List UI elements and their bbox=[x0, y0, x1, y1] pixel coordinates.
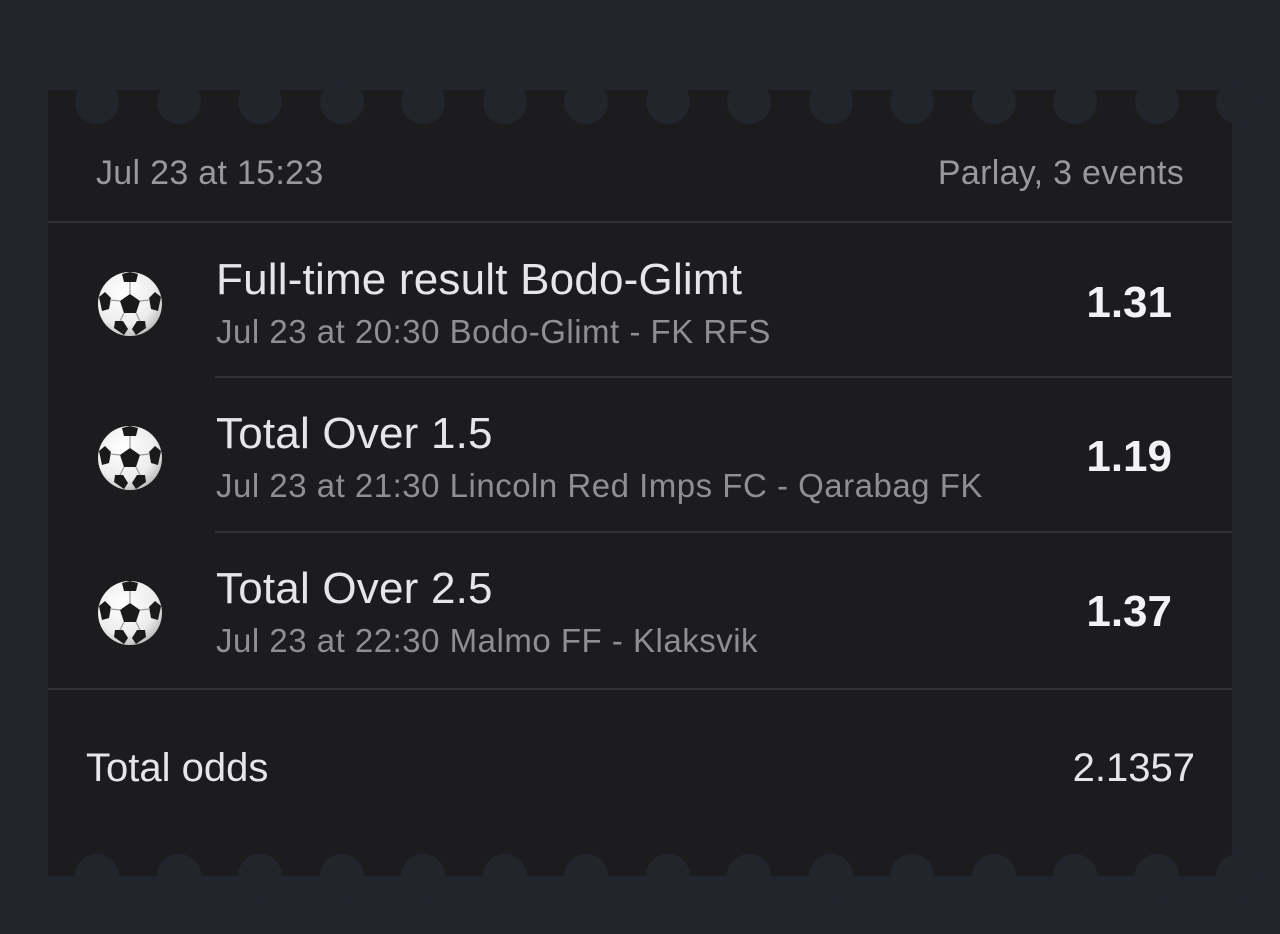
perforation-notch bbox=[482, 80, 527, 124]
event-details: Jul 23 at 22:30 Malmo FF - Klaksvik bbox=[216, 622, 759, 659]
perforation-notch bbox=[156, 854, 201, 898]
event-market: Total Over 2.5 bbox=[216, 564, 493, 613]
perforation-notch bbox=[1134, 80, 1179, 124]
perforation-notch bbox=[1053, 854, 1097, 898]
perforation-notch bbox=[238, 80, 282, 124]
perforation-notch bbox=[890, 854, 934, 898]
perforation-notch bbox=[401, 80, 445, 124]
total-odds-label: Total odds bbox=[86, 746, 269, 790]
perforation-notch bbox=[319, 854, 364, 898]
event-details: Jul 23 at 20:30 Bodo-Glimt - FK RFS bbox=[216, 313, 771, 350]
event-odds: 1.31 bbox=[1086, 278, 1172, 327]
event-market: Full-time result Bodo-Glimt bbox=[216, 255, 743, 304]
perforation-notch bbox=[808, 854, 853, 898]
perforation-notch bbox=[1216, 80, 1260, 124]
perforation-notch bbox=[1134, 854, 1179, 898]
perforation-notch bbox=[401, 854, 445, 898]
total-odds-value: 2.1357 bbox=[1072, 746, 1195, 790]
event-odds: 1.37 bbox=[1086, 587, 1172, 636]
perforation-notch bbox=[971, 80, 1016, 124]
event-row[interactable]: Total Over 1.5 Jul 23 at 21:30 Lincoln R… bbox=[48, 378, 1232, 533]
bet-type-label: Parlay, 3 events bbox=[937, 154, 1184, 192]
soccer-ball-icon bbox=[96, 270, 164, 338]
event-odds: 1.19 bbox=[1086, 432, 1172, 481]
perforation-notch bbox=[482, 854, 527, 898]
perforation-notch bbox=[75, 854, 119, 898]
perforation-notch bbox=[808, 80, 853, 124]
perforation-notch bbox=[1053, 80, 1097, 124]
perforation-notch bbox=[1216, 854, 1260, 898]
event-market: Total Over 1.5 bbox=[216, 409, 493, 458]
soccer-ball-icon bbox=[96, 424, 164, 492]
event-row[interactable]: Total Over 2.5 Jul 23 at 22:30 Malmo FF … bbox=[48, 533, 1232, 688]
perforation-notch bbox=[238, 854, 282, 898]
perforation-notch bbox=[890, 80, 934, 124]
bet-placed-date: Jul 23 at 15:23 bbox=[96, 154, 324, 192]
perforation-notch bbox=[319, 80, 364, 124]
perforation-notch bbox=[645, 854, 690, 898]
perforation-notch bbox=[156, 80, 201, 124]
total-divider bbox=[48, 688, 1232, 690]
perforation-notch bbox=[971, 854, 1016, 898]
perforation-notch bbox=[75, 80, 119, 124]
event-details: Jul 23 at 21:30 Lincoln Red Imps FC - Qa… bbox=[216, 467, 983, 504]
perforation-notch bbox=[727, 80, 771, 124]
perforation-notch bbox=[564, 854, 608, 898]
event-row[interactable]: Full-time result Bodo-Glimt Jul 23 at 20… bbox=[48, 223, 1232, 378]
perforation-notch bbox=[564, 80, 608, 124]
perforation-notch bbox=[727, 854, 771, 898]
perforation-notch bbox=[645, 80, 690, 124]
bet-ticket: Jul 23 at 15:23 Parlay, 3 events Full-ti… bbox=[48, 90, 1232, 876]
soccer-ball-icon bbox=[96, 579, 164, 647]
